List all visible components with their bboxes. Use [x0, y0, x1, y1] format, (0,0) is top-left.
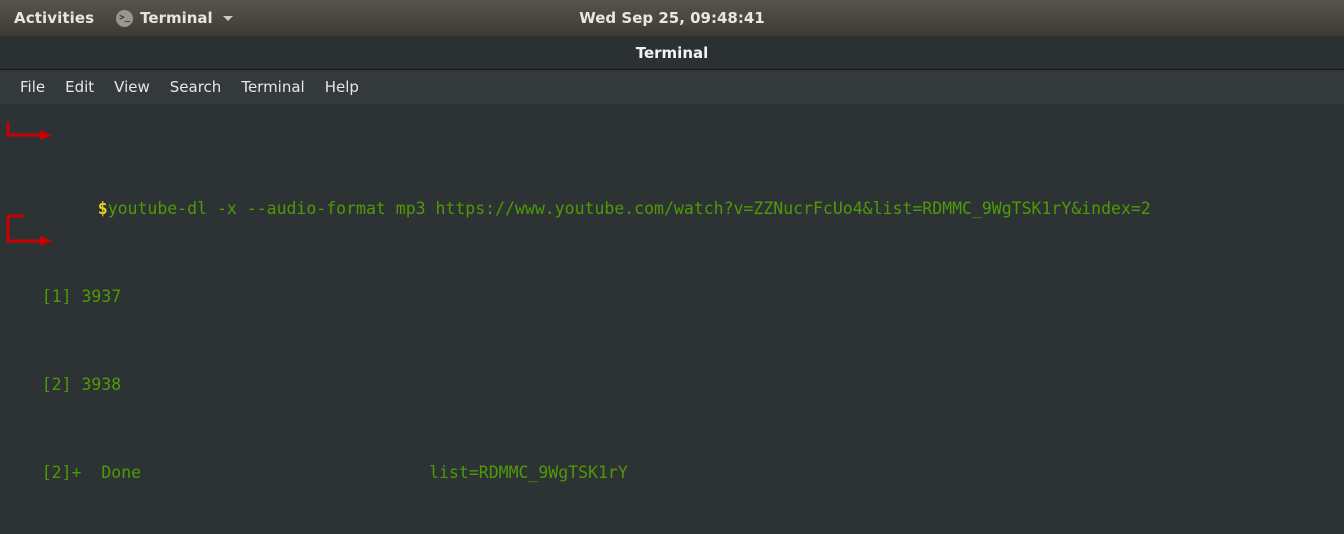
- red-arrow-1: [6, 122, 52, 140]
- window-titlebar: Terminal: [0, 36, 1344, 70]
- prompt-dollar-1: $: [97, 199, 108, 218]
- terminal-line-job2: [2] 3938: [2, 352, 1344, 394]
- job2-text: [2] 3938: [41, 375, 122, 394]
- activities-button[interactable]: Activities: [0, 0, 108, 36]
- menu-search[interactable]: Search: [160, 74, 232, 100]
- terminal-line-prompt: [somil@ironman]─[~]: [2, 528, 1344, 533]
- terminal-icon: >_: [116, 9, 134, 27]
- gnome-top-bar: Activities >_ Terminal Wed Sep 25, 09:48…: [0, 0, 1344, 36]
- menu-file[interactable]: File: [10, 74, 55, 100]
- job-done-status: [2]+ Done: [41, 463, 142, 482]
- menubar: File Edit View Search Terminal Help: [0, 70, 1344, 104]
- app-menu-button[interactable]: >_ Terminal: [108, 0, 241, 36]
- command-text: youtube-dl -x --audio-format mp3 https:/…: [107, 199, 1151, 218]
- menu-terminal[interactable]: Terminal: [231, 74, 314, 100]
- job-done-detail: list=RDMMC_9WgTSK1rY: [429, 463, 628, 482]
- chevron-down-icon: [222, 15, 233, 21]
- terminal-line-job-done: [2]+ Done list=RDMMC_9WgTSK1rY: [2, 440, 1344, 482]
- terminal-screen[interactable]: $youtube-dl -x --audio-format mp3 https:…: [0, 104, 1344, 533]
- menu-help[interactable]: Help: [315, 74, 369, 100]
- terminal-line-command: $youtube-dl -x --audio-format mp3 https:…: [2, 176, 1344, 218]
- menu-edit[interactable]: Edit: [55, 74, 104, 100]
- job1-text: [1] 3937: [41, 287, 122, 306]
- terminal-line-job1: [1] 3937: [2, 264, 1344, 306]
- clock-label[interactable]: Wed Sep 25, 09:48:41: [579, 9, 765, 27]
- red-arrow-2: [6, 214, 52, 246]
- activities-label: Activities: [14, 9, 95, 27]
- app-menu-label: Terminal: [140, 9, 213, 27]
- window-title: Terminal: [635, 43, 709, 62]
- menu-view[interactable]: View: [104, 74, 160, 100]
